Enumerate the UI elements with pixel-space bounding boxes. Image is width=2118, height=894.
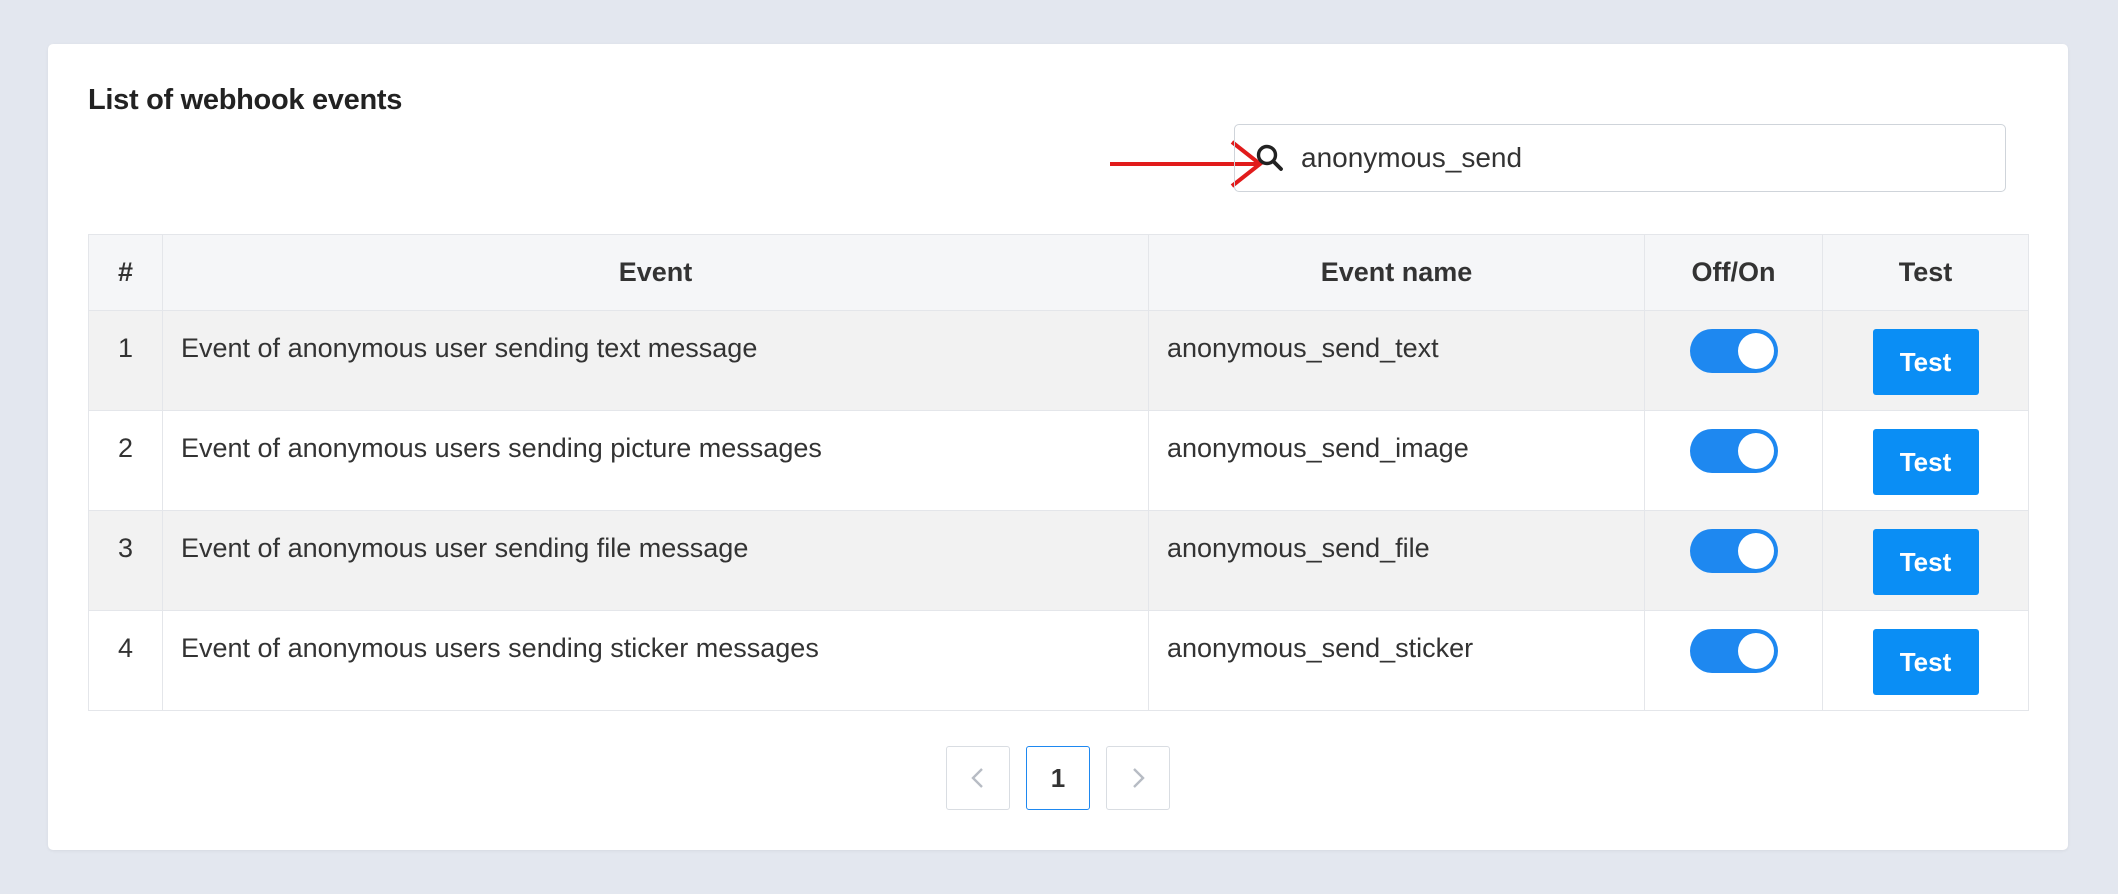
test-cell: Test	[1822, 610, 2029, 711]
test-button[interactable]: Test	[1872, 529, 1979, 595]
webhook-events-table: # Event Event name Off/On Test 1 Event o…	[88, 234, 2029, 711]
event-description: Event of anonymous user sending text mes…	[162, 310, 1149, 411]
event-name: anonymous_send_file	[1148, 510, 1645, 611]
column-header-event-name: Event name	[1148, 234, 1645, 311]
table-row: 4 Event of anonymous users sending stick…	[88, 610, 2029, 711]
column-header-off-on: Off/On	[1644, 234, 1823, 311]
toggle-cell	[1644, 510, 1823, 611]
pagination: 1	[48, 746, 2068, 810]
page-title: List of webhook events	[88, 84, 403, 116]
event-name: anonymous_send_image	[1148, 410, 1645, 511]
table-row: 3 Event of anonymous user sending file m…	[88, 510, 2029, 611]
event-toggle[interactable]	[1689, 429, 1778, 473]
toggle-knob	[1737, 633, 1774, 669]
row-number: 2	[88, 410, 163, 511]
toggle-cell	[1644, 310, 1823, 411]
prev-page-button[interactable]	[946, 746, 1010, 810]
table-row: 2 Event of anonymous users sending pictu…	[88, 410, 2029, 511]
table-header-row: # Event Event name Off/On Test	[88, 234, 2029, 311]
event-toggle[interactable]	[1689, 329, 1778, 373]
test-cell: Test	[1822, 510, 2029, 611]
toggle-knob	[1737, 533, 1774, 569]
event-name: anonymous_send_text	[1148, 310, 1645, 411]
test-button[interactable]: Test	[1872, 429, 1979, 495]
chevron-right-icon	[1133, 768, 1145, 788]
column-header-event: Event	[162, 234, 1149, 311]
row-number: 4	[88, 610, 163, 711]
toggle-knob	[1737, 433, 1774, 469]
column-header-test: Test	[1822, 234, 2029, 311]
search-icon	[1255, 143, 1285, 173]
toggle-cell	[1644, 410, 1823, 511]
row-number: 3	[88, 510, 163, 611]
test-cell: Test	[1822, 310, 2029, 411]
event-description: Event of anonymous users sending picture…	[162, 410, 1149, 511]
page-number-button[interactable]: 1	[1026, 746, 1090, 810]
toggle-cell	[1644, 610, 1823, 711]
test-button[interactable]: Test	[1872, 629, 1979, 695]
test-button[interactable]: Test	[1872, 329, 1979, 395]
event-toggle[interactable]	[1689, 529, 1778, 573]
event-toggle[interactable]	[1689, 629, 1778, 673]
toggle-knob	[1737, 333, 1774, 369]
chevron-left-icon	[971, 768, 983, 788]
webhook-events-card: List of webhook events # Event Event nam…	[48, 44, 2068, 850]
event-description: Event of anonymous users sending sticker…	[162, 610, 1149, 711]
search-input[interactable]	[1301, 128, 2005, 188]
event-name: anonymous_send_sticker	[1148, 610, 1645, 711]
column-header-number: #	[88, 234, 163, 311]
table-row: 1 Event of anonymous user sending text m…	[88, 310, 2029, 411]
test-cell: Test	[1822, 410, 2029, 511]
row-number: 1	[88, 310, 163, 411]
next-page-button[interactable]	[1106, 746, 1170, 810]
search-box[interactable]	[1234, 124, 2006, 192]
event-description: Event of anonymous user sending file mes…	[162, 510, 1149, 611]
